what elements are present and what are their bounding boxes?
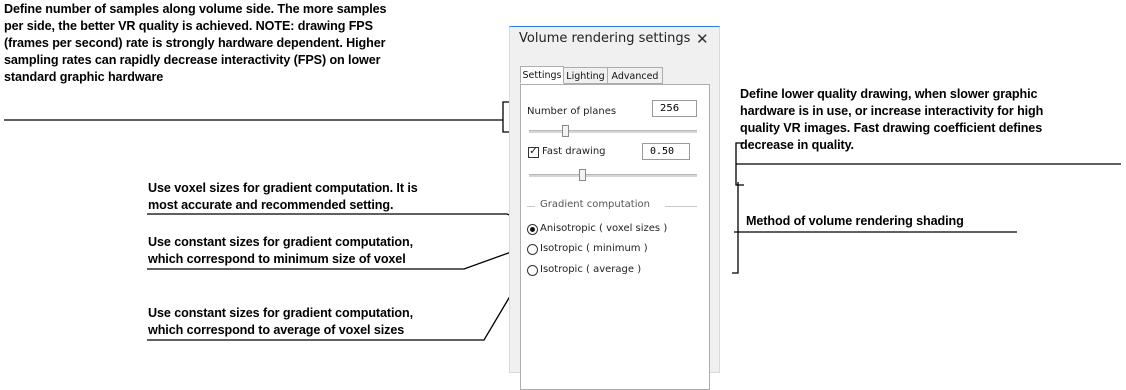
isotropic-minimum-radio[interactable] bbox=[527, 244, 538, 255]
fast-drawing-slider-thumb[interactable] bbox=[579, 169, 586, 181]
fast-drawing-annotation-line: hardware is in use, or increase interact… bbox=[740, 104, 1044, 118]
anisotropic-radio[interactable] bbox=[527, 224, 538, 235]
number-of-planes-slider[interactable] bbox=[529, 130, 697, 133]
radio-selected-dot bbox=[530, 227, 535, 232]
fast-drawing-label: Fast drawing bbox=[542, 146, 606, 157]
settings-tab-page: Number of planes 256 ✓ Fast drawing 0.50… bbox=[520, 84, 710, 390]
fast-drawing-annotation-line: decrease in quality. bbox=[740, 138, 854, 152]
tab-settings[interactable]: Settings bbox=[520, 66, 564, 84]
fast-drawing-slider[interactable] bbox=[529, 174, 697, 177]
anisotropic-annotation-line: Use voxel sizes for gradient computation… bbox=[148, 181, 418, 195]
isotropic-min-annotation-line: Use constant sizes for gradient computat… bbox=[148, 235, 414, 249]
volume-rendering-settings-panel: Volume rendering settings ✕ Settings Lig… bbox=[509, 26, 720, 390]
isotropic-average-radio-label[interactable]: Isotropic ( average ) bbox=[540, 264, 641, 275]
samples-annotation: Define number of samples along volume si… bbox=[4, 1, 387, 86]
samples-annotation-line: sampling rates can rapidly decrease inte… bbox=[4, 53, 381, 67]
isotropic-min-annotation: Use constant sizes for gradient computat… bbox=[148, 234, 413, 268]
isotropic-avg-annotation-line: which correspond to average of voxel siz… bbox=[148, 323, 405, 337]
tab-advanced[interactable]: Advanced bbox=[607, 67, 663, 84]
samples-annotation-line: (frames per second) rate is strongly har… bbox=[4, 36, 386, 50]
anisotropic-radio-label[interactable]: Anisotropic ( voxel sizes ) bbox=[540, 223, 667, 234]
panel-title: Volume rendering settings bbox=[519, 31, 691, 46]
anisotropic-annotation-line: most accurate and recommended setting. bbox=[148, 198, 394, 212]
isotropic-average-radio[interactable] bbox=[527, 265, 538, 276]
fast-drawing-annotation-line: quality VR images. Fast drawing coeffici… bbox=[740, 121, 1043, 135]
number-of-planes-slider-thumb[interactable] bbox=[562, 125, 569, 137]
samples-annotation-line: standard graphic hardware bbox=[4, 70, 164, 84]
number-of-planes-label: Number of planes bbox=[527, 106, 617, 117]
close-icon[interactable]: ✕ bbox=[696, 30, 709, 48]
fast-drawing-annotation-line: Define lower quality drawing, when slowe… bbox=[740, 87, 1038, 101]
samples-annotation-line: per side, the better VR quality is achie… bbox=[4, 19, 373, 33]
anisotropic-connector bbox=[147, 213, 523, 221]
group-divider bbox=[527, 206, 535, 207]
group-divider bbox=[665, 206, 697, 207]
isotropic-min-annotation-line: which correspond to minimum size of voxe… bbox=[148, 252, 406, 266]
number-of-planes-input[interactable]: 256 bbox=[652, 100, 697, 117]
fast-drawing-checkbox[interactable]: ✓ bbox=[528, 147, 539, 158]
samples-annotation-line: Define number of samples along volume si… bbox=[4, 2, 387, 16]
anisotropic-annotation: Use voxel sizes for gradient computation… bbox=[148, 180, 418, 214]
samples-connector bbox=[4, 101, 512, 133]
tab-lighting[interactable]: Lighting bbox=[563, 67, 608, 84]
shading-annotation: Method of volume rendering shading bbox=[746, 214, 964, 228]
isotropic-minimum-radio-label[interactable]: Isotropic ( minimum ) bbox=[540, 243, 648, 254]
fast-drawing-annotation: Define lower quality drawing, when slowe… bbox=[740, 86, 1043, 154]
fast-drawing-coefficient-input[interactable]: 0.50 bbox=[642, 143, 690, 160]
isotropic-avg-annotation: Use constant sizes for gradient computat… bbox=[148, 305, 413, 339]
gradient-computation-group-title: Gradient computation bbox=[540, 199, 650, 210]
isotropic-avg-annotation-line: Use constant sizes for gradient computat… bbox=[148, 306, 414, 320]
